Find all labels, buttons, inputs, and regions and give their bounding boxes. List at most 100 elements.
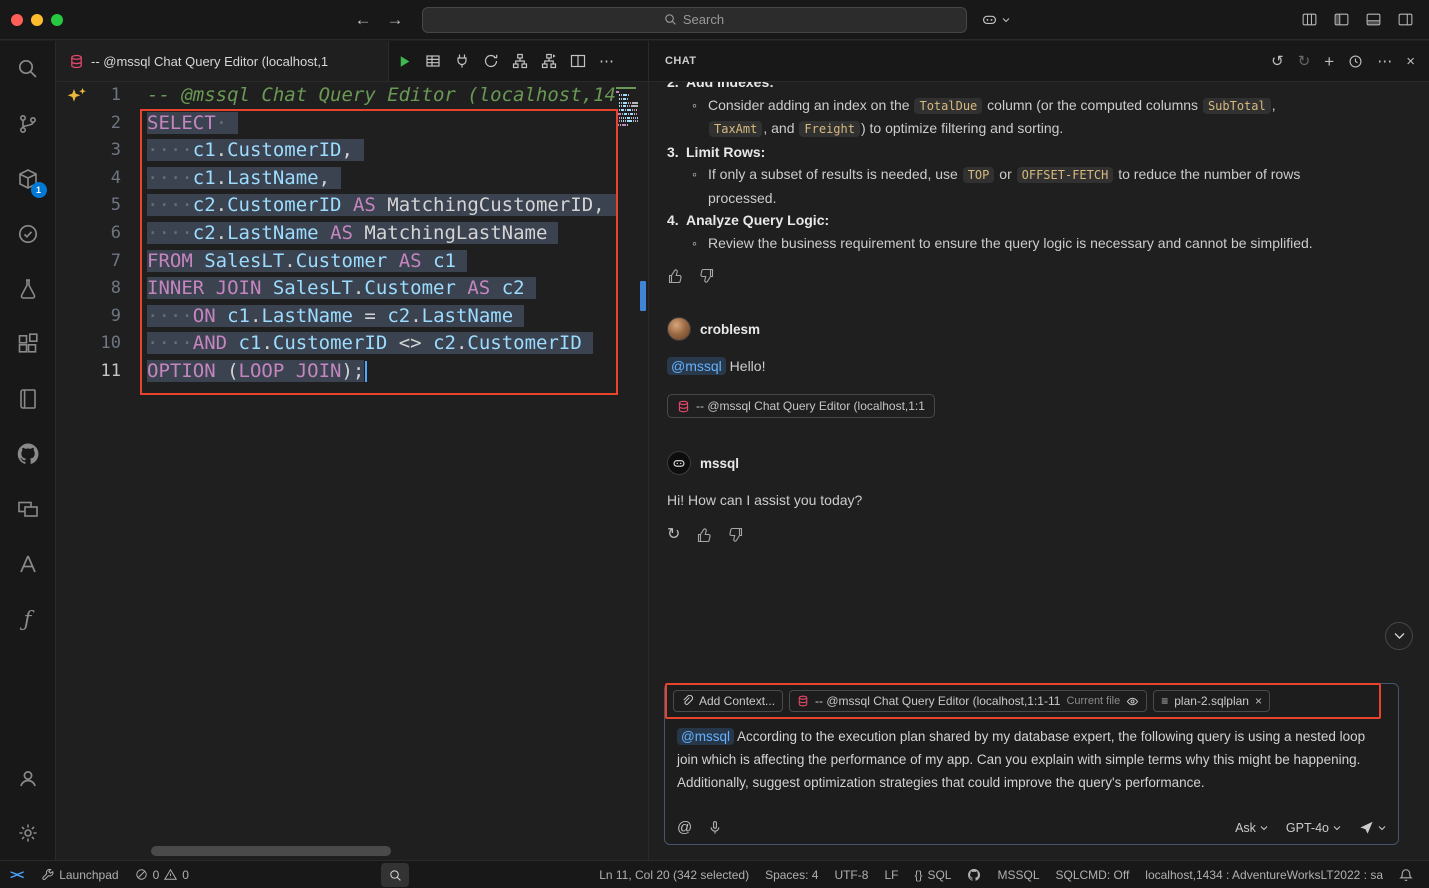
sqlcmd-status-item[interactable]: SQLCMD: Off — [1048, 861, 1138, 888]
code-line[interactable]: ····c2.LastName AS MatchingLastName — [147, 220, 616, 248]
extensions-view-button[interactable] — [0, 316, 56, 371]
results-grid-button[interactable] — [425, 53, 441, 69]
close-window-button[interactable] — [11, 14, 23, 26]
eol-item[interactable]: LF — [876, 861, 906, 888]
assistant-list-item: 2.Add Indexes:◦Consider adding an index … — [667, 82, 1407, 141]
search-view-button[interactable] — [0, 41, 56, 96]
command-center-search[interactable]: Search — [422, 7, 967, 33]
toggle-secondary-sidebar-button[interactable] — [1397, 11, 1414, 28]
remote-indicator[interactable]: >< — [0, 867, 33, 882]
thumbs-down-icon[interactable] — [699, 268, 715, 284]
code-line[interactable]: ····c2.CustomerID AS MatchingCustomerID, — [147, 192, 616, 220]
editor-tab[interactable]: -- @mssql Chat Query Editor (localhost,1 — [57, 41, 389, 81]
actual-plan-button[interactable] — [541, 53, 557, 69]
testing-view-button[interactable] — [0, 206, 56, 261]
microphone-icon[interactable] — [708, 820, 722, 835]
navigate-forward-button[interactable]: → — [387, 10, 404, 30]
settings-button[interactable] — [0, 805, 56, 860]
close-panel-button[interactable]: × — [1406, 54, 1415, 69]
more-actions-button[interactable]: ⋯ — [1377, 54, 1392, 69]
editor-tab-bar: -- @mssql Chat Query Editor (localhost,1… — [57, 41, 648, 82]
mode-dropdown[interactable]: Ask — [1235, 821, 1268, 835]
notifications-bell-icon[interactable] — [1391, 861, 1421, 888]
code-token: OPTION — [147, 360, 216, 382]
scroll-to-bottom-button[interactable] — [1385, 622, 1413, 650]
more-actions-button[interactable]: ⋯ — [599, 54, 614, 69]
github-status-item[interactable] — [959, 861, 989, 888]
github-view-button[interactable] — [0, 426, 56, 481]
code-line[interactable]: ····c1.LastName, — [147, 165, 616, 193]
user-message-body: @mssql Hello! — [667, 355, 1407, 377]
disconnect-button[interactable] — [454, 53, 470, 69]
code-line[interactable]: -- @mssql Chat Query Editor (localhost,1… — [147, 82, 616, 110]
language-mode-item[interactable]: {} SQL — [906, 861, 959, 888]
split-editor-button[interactable] — [570, 53, 586, 69]
thumbs-up-icon[interactable] — [696, 527, 712, 543]
zoom-button[interactable] — [381, 863, 409, 887]
code-area[interactable]: -- @mssql Chat Query Editor (localhost,1… — [147, 82, 616, 860]
new-chat-button[interactable]: + — [1324, 53, 1334, 70]
undo-edits-button[interactable]: ↺ — [1271, 54, 1284, 69]
code-line[interactable]: ····AND c1.CustomerID <> c2.CustomerID — [147, 330, 616, 358]
mention-chip[interactable]: @mssql — [667, 357, 726, 375]
code-token: . — [250, 305, 261, 327]
redo-edits-button[interactable]: ↻ — [1298, 54, 1311, 69]
eye-icon[interactable] — [1126, 695, 1139, 708]
send-button[interactable] — [1359, 820, 1386, 835]
file-context-chip[interactable]: -- @mssql Chat Query Editor (localhost,1… — [789, 690, 1147, 712]
code-token: · — [216, 112, 227, 134]
code-editor[interactable]: 1234567891011 -- @mssql Chat Query Edito… — [57, 82, 648, 860]
navigate-back-button[interactable]: ← — [355, 10, 372, 30]
code-line[interactable]: SELECT· — [147, 110, 616, 138]
minimap[interactable] — [616, 82, 638, 860]
add-context-button[interactable]: Add Context... — [673, 690, 783, 712]
minimap-line — [616, 124, 638, 126]
azure-view-button[interactable] — [0, 536, 56, 591]
mention-chip: @mssql — [677, 728, 734, 745]
source-control-view-button[interactable] — [0, 96, 56, 151]
chat-input-message[interactable]: @mssql According to the execution plan s… — [665, 718, 1398, 818]
chat-conversation[interactable]: 2.Add Indexes:◦Consider adding an index … — [649, 82, 1429, 677]
code-token: c1 — [227, 305, 250, 327]
change-connection-button[interactable] — [483, 53, 499, 69]
cursor-position-item[interactable]: Ln 11, Col 20 (342 selected) — [591, 861, 757, 888]
chat-input-container[interactable]: Add Context... -- @mssql Chat Query Edit… — [664, 683, 1399, 845]
maximize-window-button[interactable] — [51, 14, 63, 26]
message-attachment-chip[interactable]: -- @mssql Chat Query Editor (localhost,1… — [667, 394, 935, 418]
model-dropdown[interactable]: GPT-4o — [1286, 821, 1341, 835]
mssql-status-item[interactable]: MSSQL — [989, 861, 1047, 888]
remote-explorer-view-button[interactable]: 1 — [0, 151, 56, 206]
thumbs-down-icon[interactable] — [728, 527, 744, 543]
run-query-button[interactable] — [397, 54, 412, 69]
toggle-primary-sidebar-button[interactable] — [1333, 11, 1350, 28]
regenerate-icon[interactable]: ↻ — [667, 527, 680, 543]
code-line[interactable]: OPTION (LOOP JOIN); — [147, 358, 616, 386]
thumbs-up-icon[interactable] — [667, 268, 683, 284]
estimated-plan-button[interactable] — [512, 53, 528, 69]
database-projects-view-button[interactable]: ƒ — [0, 591, 56, 646]
accounts-button[interactable] — [0, 750, 56, 805]
problems-status-item[interactable]: 0 0 — [127, 861, 197, 888]
remote-windows-view-button[interactable] — [0, 481, 56, 536]
copilot-sparkle-icon[interactable] — [66, 87, 88, 105]
code-line[interactable]: ····ON c1.LastName = c2.LastName — [147, 303, 616, 331]
encoding-item[interactable]: UTF-8 — [826, 861, 876, 888]
code-line[interactable]: FROM SalesLT.Customer AS c1 — [147, 248, 616, 276]
minimize-window-button[interactable] — [31, 14, 43, 26]
notebooks-view-button[interactable] — [0, 371, 56, 426]
run-debug-view-button[interactable] — [0, 261, 56, 316]
plan-file-chip[interactable]: ≡ plan-2.sqlplan × — [1153, 690, 1270, 712]
copilot-menu[interactable] — [980, 10, 1010, 29]
mention-button[interactable]: @ — [677, 820, 692, 835]
remove-chip-icon[interactable]: × — [1255, 695, 1262, 707]
connection-status-item[interactable]: localhost,1434 : AdventureWorksLT2022 : … — [1137, 861, 1391, 888]
horizontal-scrollbar[interactable] — [151, 846, 391, 856]
indentation-item[interactable]: Spaces: 4 — [757, 861, 826, 888]
customize-layout-button[interactable] — [1301, 11, 1318, 28]
code-line[interactable]: INNER JOIN SalesLT.Customer AS c2 — [147, 275, 616, 303]
chat-panel: CHAT ↺ ↻ + ⋯ × 2.Add Indexes:◦Consider a… — [648, 41, 1429, 860]
code-line[interactable]: ····c1.CustomerID, — [147, 137, 616, 165]
launchpad-status-item[interactable]: Launchpad — [33, 861, 126, 888]
chat-history-button[interactable] — [1348, 54, 1363, 69]
toggle-panel-button[interactable] — [1365, 11, 1382, 28]
